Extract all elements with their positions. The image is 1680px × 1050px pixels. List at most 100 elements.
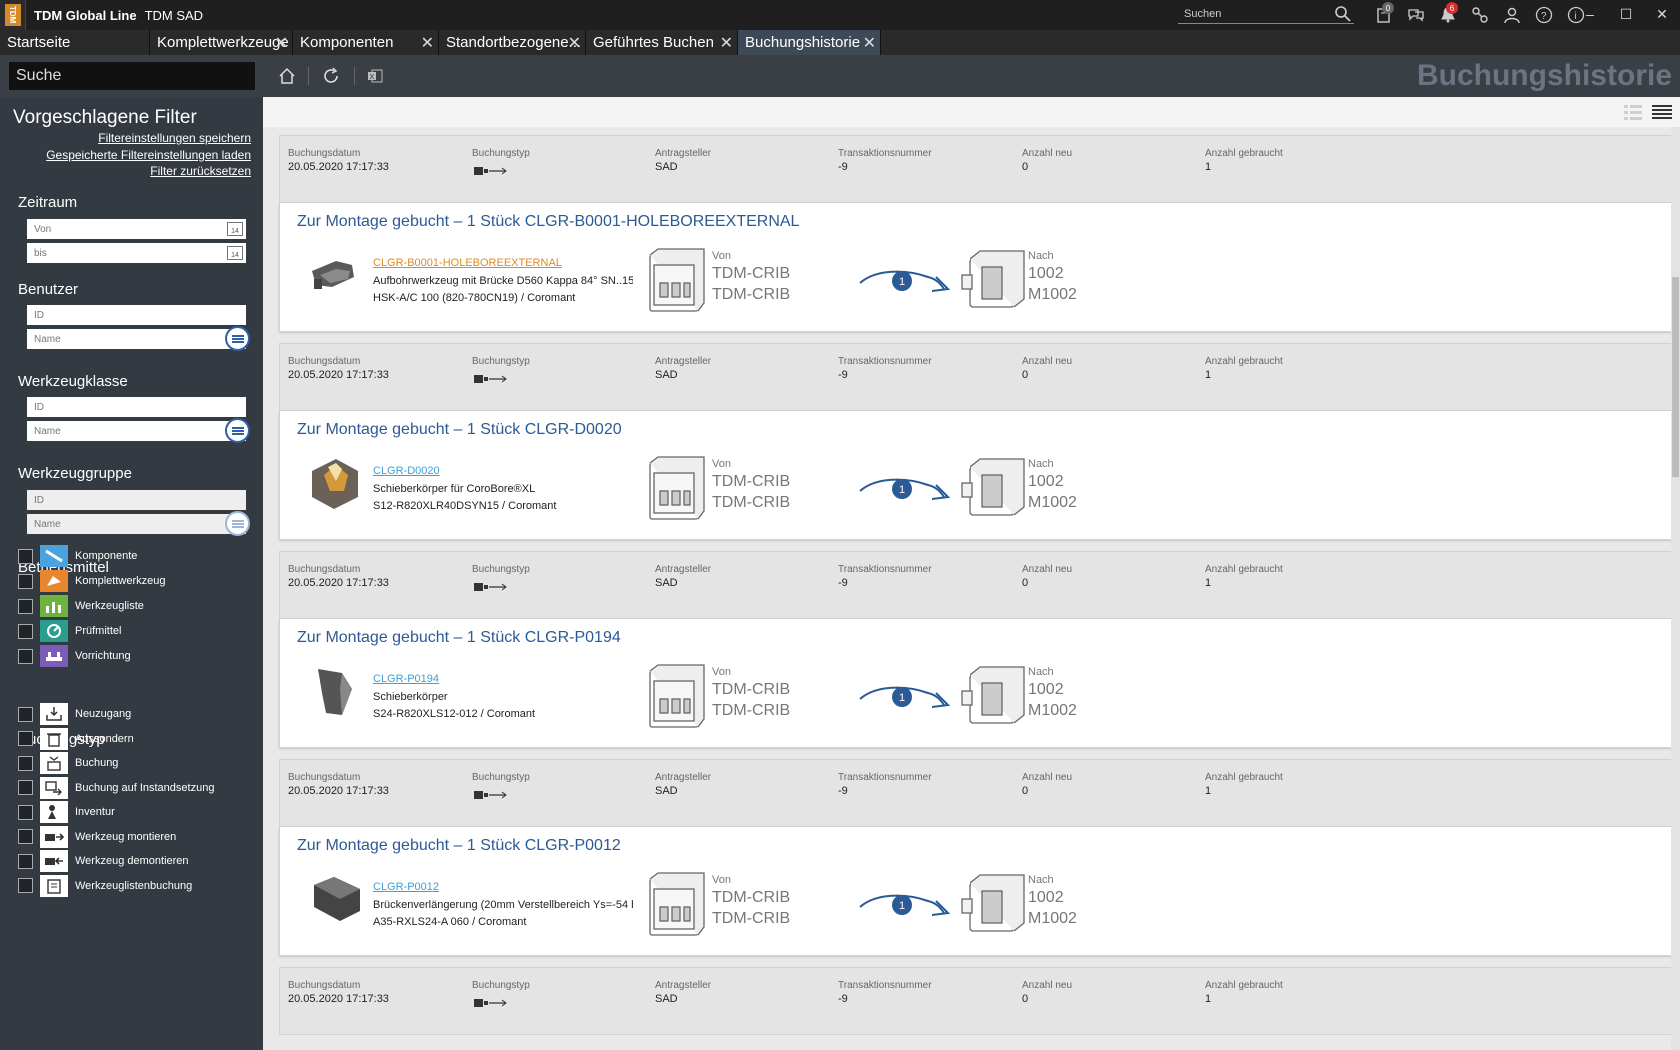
tab-buchungshistorie[interactable]: Buchungshistorie ✕ [738,30,881,55]
filter-werkzeug-demontieren[interactable]: Werkzeug demontieren [18,849,189,873]
booking-title[interactable]: Zur Montage gebucht – 1 Stück CLGR-P0194 [297,629,621,647]
calendar-icon[interactable]: 14 [227,246,243,260]
toolclass-name-field[interactable]: Name [27,421,246,441]
filter-inventur[interactable]: Inventur [18,800,115,824]
date-from-field[interactable]: Von 14 [27,219,246,239]
tab-komplettwerkzeuge[interactable]: Komplettwerkzeuge ✕ [150,30,293,55]
tool-id-link[interactable]: CLGR-P0194 [373,673,439,685]
meta-value: 0 [1022,369,1029,381]
tools-button[interactable] [1464,4,1496,26]
maximize-button[interactable]: ☐ [1608,0,1644,28]
checkbox[interactable] [18,878,33,893]
toolgroup-id-field[interactable]: ID [27,490,246,510]
tab-komponenten[interactable]: Komponenten ✕ [293,30,439,55]
refresh-button[interactable] [318,64,344,88]
home-button[interactable] [274,64,300,88]
scrollbar-thumb[interactable] [1672,277,1679,477]
filter-werkzeug-montieren[interactable]: Werkzeug montieren [18,825,176,849]
filter-label: Buchung [75,757,119,769]
date-to-field[interactable]: bis 14 [27,243,246,263]
tool-id-link[interactable]: CLGR-D0020 [373,465,440,477]
minimize-button[interactable]: – [1572,0,1608,28]
scrollbar[interactable] [1671,127,1680,1050]
home-icon [279,67,295,84]
from-location: TDM-CRIB TDM-CRIB [712,265,791,303]
svg-text:X: X [370,74,375,81]
list-view-icon[interactable] [1652,103,1672,121]
filter-label: Werkzeugliste [75,600,144,612]
user-id-field[interactable]: ID [27,305,246,325]
tab-label: Buchungshistorie [745,34,861,51]
global-search-input[interactable]: Suchen [1178,4,1354,24]
toolclass-list-button[interactable] [225,418,250,443]
close-tab-icon[interactable]: ✕ [863,33,876,53]
filter-werkzeuglistenbuchung[interactable]: Werkzeuglistenbuchung [18,874,192,898]
export-excel-button[interactable]: X [362,64,388,88]
close-tab-icon[interactable]: ✕ [275,33,288,53]
checkbox[interactable] [18,804,33,820]
meta-value: -9 [838,577,848,589]
booking-title[interactable]: Zur Montage gebucht – 1 Stück CLGR-P0012 [297,837,621,855]
close-tab-icon[interactable]: ✕ [421,33,434,53]
filter-neuzugang[interactable]: Neuzugang [18,702,131,726]
reset-filter-link[interactable]: Filter zurücksetzen [150,164,251,178]
cart-button[interactable]: 0 [1368,2,1400,26]
checkbox[interactable] [18,573,33,589]
load-filter-link[interactable]: Gespeicherte Filtereinstellungen laden [46,148,251,162]
filter-buchung-auf-instandsetzung[interactable]: Buchung auf Instandsetzung [18,776,214,800]
tab-startseite[interactable]: Startseite [0,30,150,55]
tab-standortbezogene[interactable]: Standortbezogene... ✕ [439,30,586,55]
checkbox[interactable] [18,780,33,795]
checkbox[interactable] [18,623,33,639]
tool-id-link[interactable]: CLGR-P0012 [373,881,439,893]
machine-icon [961,666,1025,724]
checkbox[interactable] [18,853,33,869]
filter-label: Werkzeug demontieren [75,855,189,867]
save-filter-link[interactable]: Filtereinstellungen speichern [98,131,251,145]
checkbox[interactable] [18,755,33,771]
booking-title[interactable]: Zur Montage gebucht – 1 Stück CLGR-D0020 [297,421,622,439]
toolgroup-list-button[interactable] [225,511,250,536]
checkbox[interactable] [18,648,33,664]
checkbox[interactable] [18,829,33,844]
tab-label: Startseite [7,34,71,51]
filter-werkzeugliste[interactable]: Werkzeugliste [18,594,144,618]
subsystem-name: TDM SAD [144,7,204,23]
close-tab-icon[interactable]: ✕ [720,33,733,53]
to-location: 1002 M1002 [1028,473,1077,511]
checkbox[interactable] [18,598,33,614]
close-tab-icon[interactable]: ✕ [568,33,581,53]
bell-button[interactable]: 6 [1432,2,1464,26]
filter-vorrichtung[interactable]: Vorrichtung [18,644,131,668]
user-name-field[interactable]: Name [27,329,246,349]
checkbox[interactable] [18,706,33,722]
tools-icon [1472,7,1488,23]
meta-antragsteller: Antragsteller SAD [655,564,711,589]
close-window-button[interactable]: ✕ [1644,0,1680,28]
filter-komponente[interactable]: Komponente [18,544,137,568]
booking-title[interactable]: Zur Montage gebucht – 1 Stück CLGR-B0001… [297,213,799,231]
filter-aussondern[interactable]: Aussondern [18,727,134,751]
meta-value: -9 [838,993,848,1005]
chat-button[interactable] [1400,4,1432,26]
tab-geführtes-buchen[interactable]: Geführtes Buchen ✕ [586,30,738,55]
filter-prüfmittel[interactable]: Prüfmittel [18,619,121,643]
user-button[interactable] [1496,4,1528,26]
user-list-button[interactable] [225,326,250,351]
toolgroup-name-field[interactable]: Name [27,514,246,534]
checkbox[interactable] [18,548,33,564]
filter-komplettwerkzeug[interactable]: Komplettwerkzeug [18,569,166,593]
toolclass-id-field[interactable]: ID [27,397,246,417]
chat-icon [1408,9,1424,22]
checkbox[interactable] [18,731,33,746]
refresh-icon [324,67,338,83]
booking-detail: Zur Montage gebucht – 1 Stück CLGR-P0012… [279,827,1672,956]
calendar-icon[interactable]: 14 [227,222,243,236]
tile-view-icon[interactable] [1623,103,1643,121]
tool-id-link[interactable]: CLGR-B0001-HOLEBOREEXTERNAL [373,257,562,269]
help-button[interactable]: ? [1528,4,1560,26]
filter-buchung[interactable]: Buchung [18,751,118,775]
sidebar-search-input[interactable]: Suche [9,62,255,90]
meta-value: 1 [1205,161,1212,173]
search-icon[interactable] [1334,5,1352,23]
